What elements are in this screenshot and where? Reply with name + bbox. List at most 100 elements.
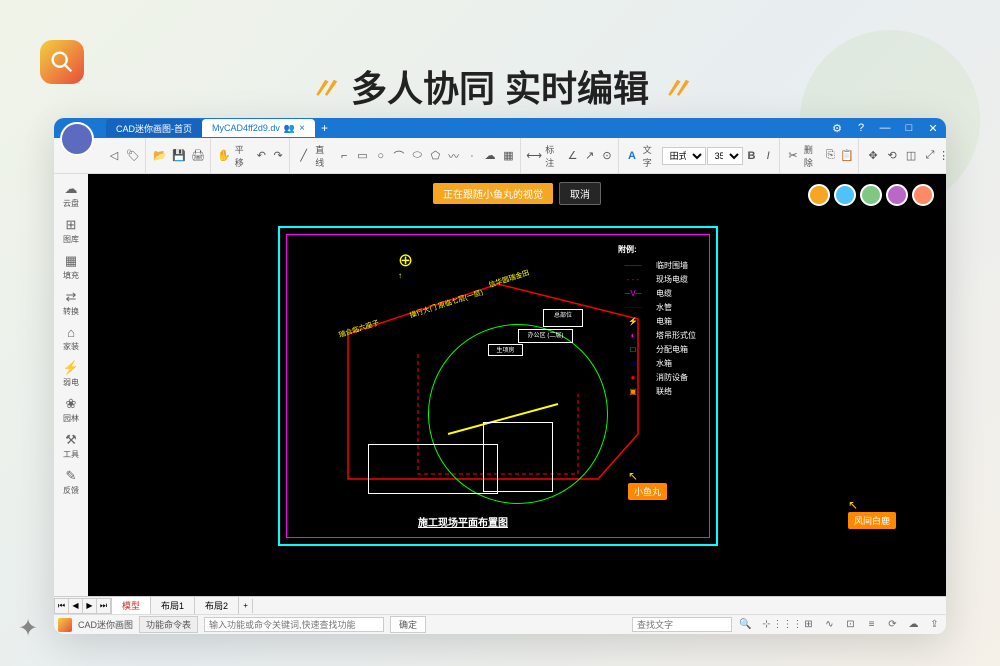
command-input[interactable] (204, 617, 384, 632)
nav-next-icon[interactable]: ▶ (83, 599, 97, 613)
cursor-arrow-icon: ↖ (628, 469, 638, 483)
follow-text: 正在跟随小鱼丸的视觉 (433, 183, 553, 204)
close-button[interactable]: ✕ (926, 122, 940, 135)
tab-add-button[interactable]: + (315, 121, 334, 135)
text-icon[interactable]: A (624, 147, 640, 165)
nav-first-icon[interactable]: ⏮ (55, 599, 69, 613)
collab-avatar[interactable] (860, 184, 882, 206)
size-combo[interactable]: 350 (707, 147, 743, 165)
settings-icon[interactable]: ⚙ (830, 122, 844, 135)
sidebar-item-convert[interactable]: ⇄转换 (54, 286, 88, 320)
ortho-icon[interactable]: ⊞ (801, 617, 816, 632)
search-icon[interactable]: 🔍 (738, 617, 753, 632)
delete-icon[interactable]: ✂ (785, 147, 801, 165)
scale-icon[interactable]: ⤢ (921, 147, 939, 165)
sidebar-item-feedback[interactable]: ✎反馈 (54, 465, 88, 499)
help-icon[interactable]: ? (854, 122, 868, 134)
cmd-table-button[interactable]: 功能命令表 (139, 616, 198, 633)
paste-icon[interactable]: 📋 (839, 147, 855, 165)
main-area: ☁云盘 ⊞图库 ▦填充 ⇄转换 ⌂家装 ⚡弱电 ❀园林 ⚒工具 ✎反馈 正在跟随… (54, 174, 946, 596)
bold-icon[interactable]: B (744, 147, 760, 165)
move-icon[interactable]: ✥ (864, 147, 882, 165)
collab-avatar[interactable] (834, 184, 856, 206)
rotate-icon[interactable]: ⟲ (883, 147, 901, 165)
hatch-icon[interactable]: ▦ (500, 147, 517, 165)
drawing-canvas[interactable]: 正在跟随小鱼丸的视觉 取消 ⊕↑ 瑞合临六座子 操行大门 原临 (88, 174, 946, 596)
tab-label: 布局1 (161, 599, 184, 612)
array-icon[interactable]: ⋮⋮ (940, 147, 946, 165)
arc-icon[interactable]: ⌒ (390, 147, 407, 165)
sidebar-item-garden[interactable]: ❀园林 (54, 393, 88, 427)
garden-icon: ❀ (66, 396, 77, 412)
sidebar-label: 工具 (63, 449, 79, 460)
user-avatar[interactable] (60, 122, 94, 156)
minimize-button[interactable]: — (878, 122, 892, 134)
sparkle-decoration: ✦ (18, 614, 38, 643)
left-sidebar: ☁云盘 ⊞图库 ▦填充 ⇄转换 ⌂家装 ⚡弱电 ❀园林 ⚒工具 ✎反馈 (54, 174, 88, 596)
pan-icon[interactable]: ✋ (216, 147, 232, 165)
refresh-icon[interactable]: ⟳ (885, 617, 900, 632)
tab-layout2[interactable]: 布局2 (195, 597, 239, 614)
lineweight-icon[interactable]: ≡ (864, 617, 879, 632)
cloud-sync-icon[interactable]: ☁ (906, 617, 921, 632)
undo-icon[interactable]: ↶ (254, 147, 270, 165)
save-icon[interactable]: 💾 (170, 147, 188, 165)
nav-last-icon[interactable]: ⏭ (97, 599, 111, 613)
osnap-icon[interactable]: ⊡ (843, 617, 858, 632)
search-input[interactable] (632, 617, 732, 632)
open-icon[interactable]: 📂 (151, 147, 169, 165)
app-status-icon (58, 618, 72, 632)
tab-add-icon[interactable]: + (239, 599, 253, 613)
print-icon[interactable]: 🖨 (189, 147, 207, 165)
polygon-icon[interactable]: ⬠ (427, 147, 444, 165)
tag-icon[interactable]: 🏷 (124, 147, 142, 165)
sidebar-item-cloud[interactable]: ☁云盘 (54, 178, 88, 212)
cloud-icon[interactable]: ☁ (482, 147, 499, 165)
polar-icon[interactable]: ∿ (822, 617, 837, 632)
share-icon[interactable]: ⇪ (927, 617, 942, 632)
electric-icon: ⚡ (63, 360, 79, 376)
collab-avatar[interactable] (912, 184, 934, 206)
nav-prev-icon[interactable]: ◀ (69, 599, 83, 613)
radius-icon[interactable]: ⊙ (599, 147, 615, 165)
style-combo[interactable]: 田式 (662, 147, 706, 165)
grid-icon[interactable]: ⋮⋮⋮ (780, 617, 795, 632)
sidebar-item-fill[interactable]: ▦填充 (54, 250, 88, 284)
dimension-icon[interactable]: ⟷ (526, 147, 542, 165)
italic-icon[interactable]: I (760, 147, 776, 165)
ellipse-icon[interactable]: ⬭ (409, 147, 426, 165)
back-icon[interactable]: ◁ (105, 147, 123, 165)
mirror-icon[interactable]: ◫ (902, 147, 920, 165)
redo-icon[interactable]: ↷ (270, 147, 286, 165)
leader-icon[interactable]: ↗ (582, 147, 598, 165)
tab-homepage[interactable]: CAD迷你画图-首页 (106, 119, 202, 137)
tab-model[interactable]: 模型 (112, 597, 151, 614)
cancel-follow-button[interactable]: 取消 (559, 182, 601, 205)
tab-close-icon[interactable]: × (299, 123, 305, 134)
legend-item: 联络 (656, 386, 672, 397)
rect-icon[interactable]: ▭ (354, 147, 371, 165)
sidebar-item-home[interactable]: ⌂家装 (54, 322, 88, 355)
tab-layout1[interactable]: 布局1 (151, 597, 195, 614)
collab-avatar[interactable] (808, 184, 830, 206)
polyline-icon[interactable]: ⌐ (336, 147, 353, 165)
legend: 附例: ───临时围墙 - - -现场电缆 ─V─电缆 ───水管 ⚡电箱 ◐塔… (618, 244, 696, 398)
sidebar-item-electric[interactable]: ⚡弱电 (54, 357, 88, 391)
box-label: 生项房 (488, 344, 523, 356)
copy-icon[interactable]: ⎘ (823, 147, 839, 165)
document-tabs: CAD迷你画图-首页 MyCAD4ff2d9.dv 👥 × + (106, 118, 334, 138)
collab-avatar[interactable] (886, 184, 908, 206)
legend-title: 附例: (618, 244, 696, 255)
sidebar-item-gallery[interactable]: ⊞图库 (54, 214, 88, 248)
sidebar-item-tools[interactable]: ⚒工具 (54, 429, 88, 463)
line-icon[interactable]: ╱ (295, 147, 312, 165)
circle-icon[interactable]: ○ (372, 147, 389, 165)
tab-label: 布局2 (205, 599, 228, 612)
angle-icon[interactable]: ∠ (564, 147, 580, 165)
spline-icon[interactable]: 〰 (445, 147, 462, 165)
point-icon[interactable]: · (463, 147, 480, 165)
tab-active-document[interactable]: MyCAD4ff2d9.dv 👥 × (202, 119, 315, 137)
maximize-button[interactable]: □ (902, 122, 916, 134)
confirm-button[interactable]: 确定 (390, 616, 426, 633)
legend-item: 水管 (656, 302, 672, 313)
